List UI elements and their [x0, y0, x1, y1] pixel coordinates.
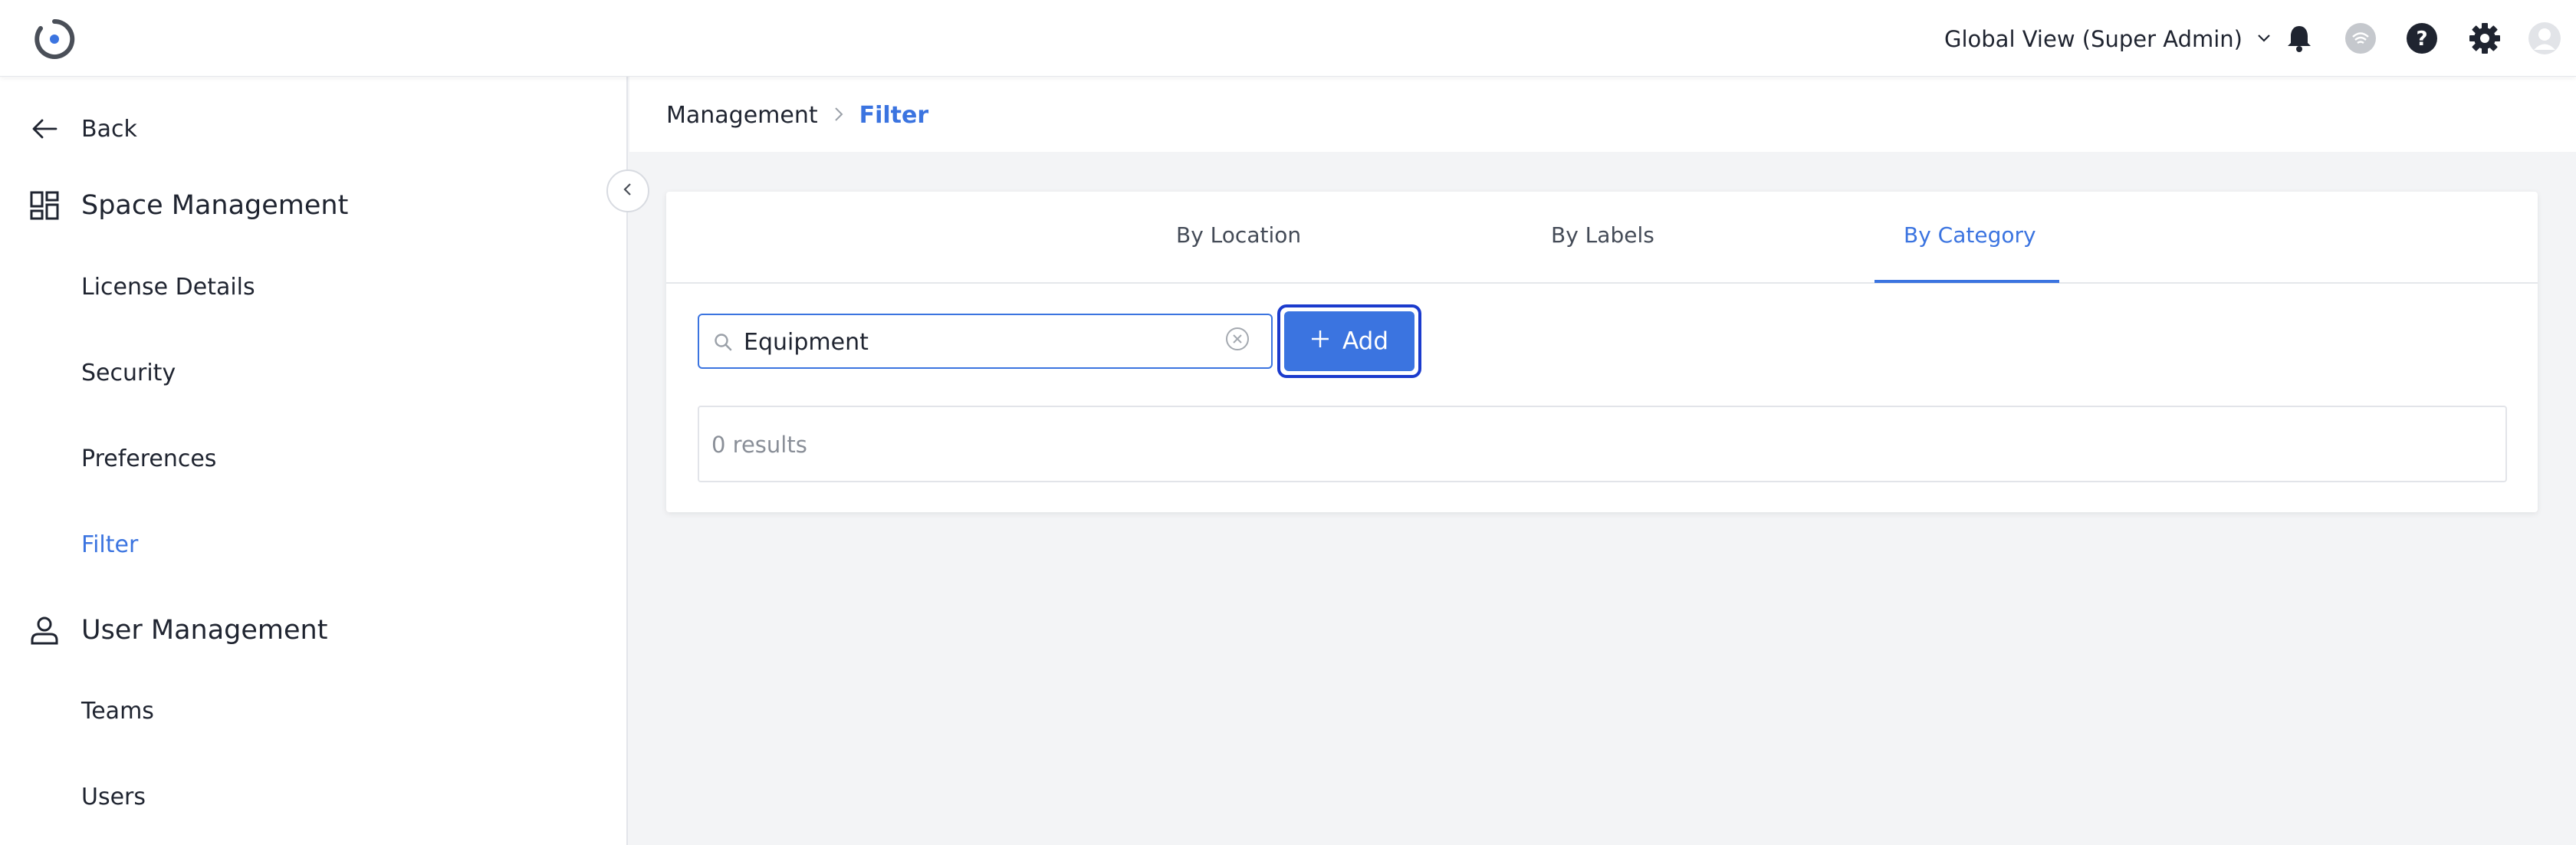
sidebar-item-license-details[interactable]: License Details [0, 268, 628, 305]
app-logo-icon[interactable] [32, 17, 77, 61]
sidebar-item-label: Users [81, 783, 146, 810]
add-button[interactable]: Add [1284, 311, 1414, 371]
sidebar-item-preferences[interactable]: Preferences [0, 440, 628, 477]
global-view-label: Global View (Super Admin) [1944, 26, 2242, 52]
back-link[interactable]: Back [0, 106, 628, 152]
tab-bar: By Location By Labels By Category [666, 192, 2538, 284]
sidebar: Back Space Management License Details Se… [0, 77, 628, 845]
search-field[interactable] [698, 314, 1273, 369]
breadcrumb-current: Filter [859, 102, 929, 129]
results-count: 0 results [711, 432, 807, 458]
collapse-sidebar-button[interactable] [606, 169, 649, 212]
back-label: Back [81, 115, 137, 143]
breadcrumb: Management Filter [666, 102, 928, 129]
tab-by-labels[interactable]: By Labels [1551, 222, 1654, 248]
global-view-selector[interactable]: Global View (Super Admin) [1944, 23, 2273, 55]
active-tab-indicator [1875, 280, 2059, 283]
top-bar: Global View (Super Admin) ? [0, 0, 2576, 77]
arrow-left-icon [28, 112, 61, 146]
sidebar-item-label: Filter [81, 531, 139, 558]
dashboard-icon [28, 189, 61, 222]
breadcrumb-parent[interactable]: Management [666, 102, 818, 129]
sidebar-item-label: Security [81, 359, 176, 386]
sidebar-item-filter[interactable]: Filter [0, 526, 628, 563]
tab-by-location[interactable]: By Location [1176, 222, 1301, 248]
clear-search-icon[interactable] [1224, 326, 1250, 352]
signal-icon[interactable] [2344, 21, 2377, 55]
user-management-label: User Management [81, 615, 328, 646]
sidebar-item-label: License Details [81, 273, 255, 301]
sidebar-section-space-management[interactable]: Space Management [0, 181, 628, 230]
sidebar-section-user-management[interactable]: User Management [0, 606, 628, 655]
sidebar-item-users[interactable]: Users [0, 778, 628, 815]
help-icon[interactable]: ? [2405, 21, 2439, 55]
sidebar-item-label: Preferences [81, 445, 217, 472]
avatar-icon[interactable] [2528, 21, 2561, 55]
search-input[interactable] [744, 323, 1204, 361]
user-icon [28, 613, 61, 647]
tab-by-category[interactable]: By Category [1904, 222, 2036, 248]
search-icon [713, 332, 733, 352]
chevron-right-icon [832, 102, 846, 129]
chevron-left-icon [620, 182, 636, 200]
plus-icon [1310, 327, 1330, 355]
svg-text:?: ? [2416, 28, 2427, 51]
bell-icon[interactable] [2282, 21, 2316, 55]
sidebar-item-security[interactable]: Security [0, 354, 628, 391]
settings-icon[interactable] [2468, 21, 2502, 55]
add-button-label: Add [1342, 327, 1389, 355]
sidebar-item-label: Teams [81, 697, 154, 725]
chevron-down-icon [2255, 26, 2273, 52]
results-box: 0 results [698, 406, 2507, 482]
filter-card: By Location By Labels By Category Add 0 … [666, 192, 2538, 512]
sidebar-item-teams[interactable]: Teams [0, 692, 628, 729]
space-management-label: Space Management [81, 190, 349, 221]
breadcrumb-bar: Management Filter [629, 77, 2576, 152]
